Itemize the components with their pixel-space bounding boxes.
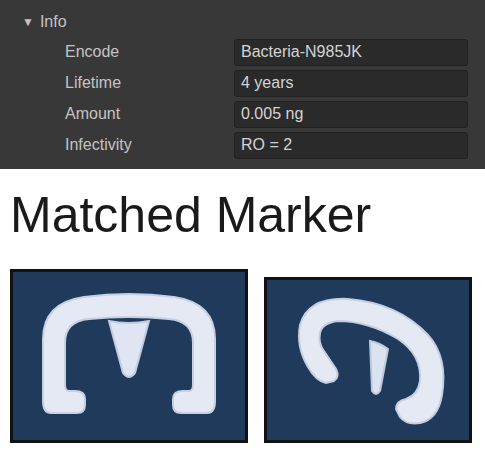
field-label: Amount bbox=[0, 102, 234, 126]
foldout-header[interactable]: ▼ Info bbox=[0, 10, 485, 34]
field-row: EncodeBacteria-N985JK bbox=[0, 38, 485, 66]
field-value[interactable]: RO = 2 bbox=[234, 132, 468, 159]
field-row: Amount0.005 ng bbox=[0, 100, 485, 128]
title: Matched Marker bbox=[0, 169, 485, 247]
field-label: Encode bbox=[0, 40, 234, 64]
field-label: Infectivity bbox=[0, 133, 234, 157]
inspector-panel: ▼Info EncodeBacteria-N985JKLifetime4 yea… bbox=[0, 0, 485, 169]
marker-side-icon bbox=[278, 285, 458, 435]
field-row: Lifetime4 years bbox=[0, 69, 485, 97]
field-value[interactable]: Bacteria-N985JK bbox=[234, 39, 468, 66]
marker-side-view bbox=[264, 277, 472, 443]
field-row: InfectivityRO = 2 bbox=[0, 131, 485, 159]
foldout-arrow-icon[interactable]: ▼ bbox=[22, 13, 34, 31]
marker-front-view bbox=[10, 269, 248, 443]
marker-front-icon bbox=[29, 281, 229, 431]
field-label: Lifetime bbox=[0, 71, 234, 95]
field-value[interactable]: 4 years bbox=[234, 70, 468, 97]
field-value[interactable]: 0.005 ng bbox=[234, 101, 468, 128]
foldout-label: Info bbox=[40, 10, 67, 34]
